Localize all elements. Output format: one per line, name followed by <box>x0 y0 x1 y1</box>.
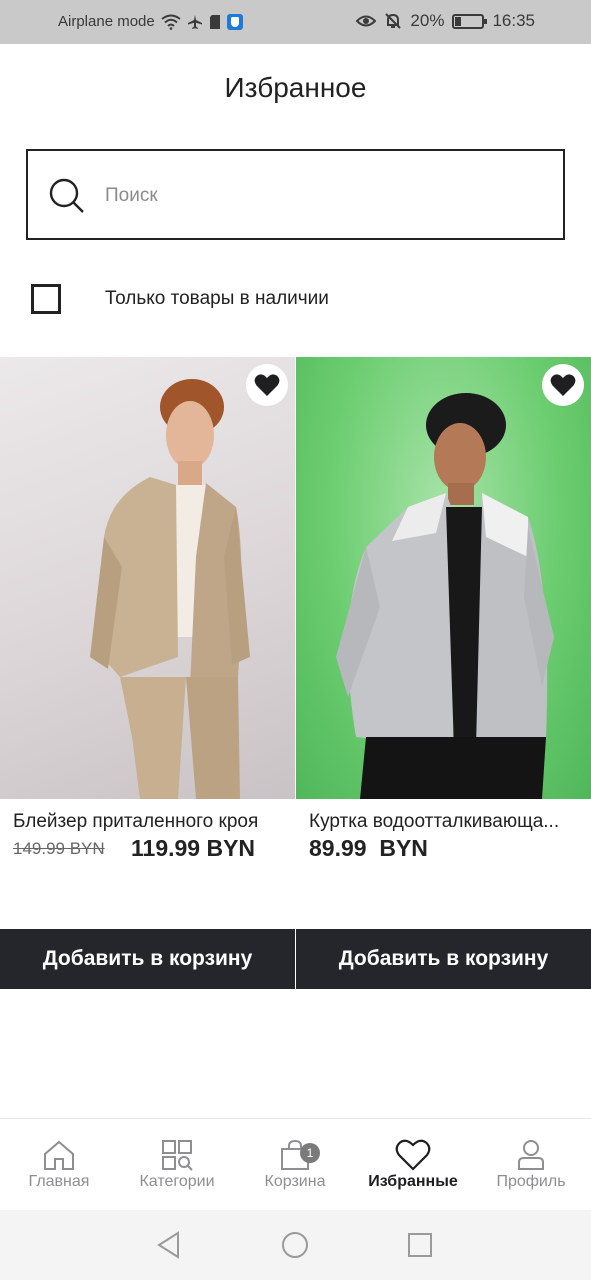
nav-label: Категории <box>139 1173 215 1190</box>
page-title: Избранное <box>224 72 367 103</box>
heart-filled-icon <box>550 374 576 396</box>
status-bar: Airplane mode 20% 16:35 <box>0 0 591 44</box>
nav-label: Главная <box>28 1173 90 1190</box>
search-input[interactable] <box>105 176 535 216</box>
in-stock-checkbox[interactable] <box>31 284 61 314</box>
nav-item-profile[interactable]: Профиль <box>472 1119 590 1211</box>
recents-icon[interactable] <box>407 1232 433 1258</box>
product-name[interactable]: Блейзер приталенного кроя <box>13 811 281 833</box>
product-image[interactable] <box>296 357 591 799</box>
eye-icon <box>356 15 377 27</box>
price-row: 149.99 BYN 119.99 BYN <box>13 835 293 863</box>
profile-icon <box>518 1140 544 1170</box>
battery-icon <box>452 13 488 29</box>
wifi-icon <box>161 14 181 30</box>
price-row: 89.99 BYN <box>309 835 589 863</box>
favorite-button[interactable] <box>542 364 584 406</box>
product-name[interactable]: Куртка водоотталкивающа... <box>309 811 577 833</box>
airplane-icon <box>187 14 202 29</box>
favorite-button[interactable] <box>246 364 288 406</box>
nav-item-cart[interactable]: 1 Корзина <box>236 1119 354 1211</box>
sim-icon <box>209 14 220 29</box>
bottom-nav: Главная Категории 1 Корзина Избранные Пр… <box>0 1118 591 1210</box>
price: 89.99 BYN <box>309 835 428 861</box>
status-left: Airplane mode <box>58 13 243 30</box>
product-card[interactable]: Куртка водоотталкивающа... 89.99 BYN <box>296 357 591 861</box>
nav-item-categories[interactable]: Категории <box>118 1119 236 1211</box>
nav-item-favorites[interactable]: Избранные <box>354 1119 472 1211</box>
add-to-cart-button[interactable]: Добавить в корзину <box>0 929 295 989</box>
clock: 16:35 <box>492 11 535 30</box>
heart-icon <box>395 1139 431 1171</box>
in-stock-filter[interactable]: Только товары в наличии <box>31 283 329 315</box>
battery-percent: 20% <box>410 11 445 30</box>
bell-off-icon <box>385 13 402 29</box>
back-icon[interactable] <box>156 1231 182 1259</box>
home-icon <box>44 1140 74 1170</box>
add-to-cart-button[interactable]: Добавить в корзину <box>296 929 591 989</box>
nav-label: Профиль <box>496 1173 566 1190</box>
airplane-mode-label: Airplane mode <box>58 13 155 30</box>
price: 119.99 BYN <box>131 835 256 861</box>
nav-label: Корзина <box>264 1173 326 1190</box>
search-box[interactable] <box>26 149 565 240</box>
product-image[interactable] <box>0 357 295 799</box>
vpn-icon <box>226 13 243 30</box>
heart-filled-icon <box>254 374 280 396</box>
cart-badge: 1 <box>300 1143 320 1163</box>
blazer-photo <box>90 379 250 799</box>
product-card[interactable]: Блейзер приталенного кроя 149.99 BYN 119… <box>0 357 295 861</box>
nav-label: Избранные <box>368 1173 458 1190</box>
search-icon <box>49 178 84 213</box>
old-price: 149.99 BYN <box>13 839 105 858</box>
categories-icon <box>162 1140 193 1171</box>
home-circle-icon[interactable] <box>281 1231 309 1259</box>
jacket-photo <box>336 393 554 799</box>
system-nav-bar <box>0 1210 591 1280</box>
in-stock-label[interactable]: Только товары в наличии <box>105 288 329 310</box>
nav-item-home[interactable]: Главная <box>0 1119 118 1211</box>
status-right: 20% 16:35 <box>356 11 535 31</box>
